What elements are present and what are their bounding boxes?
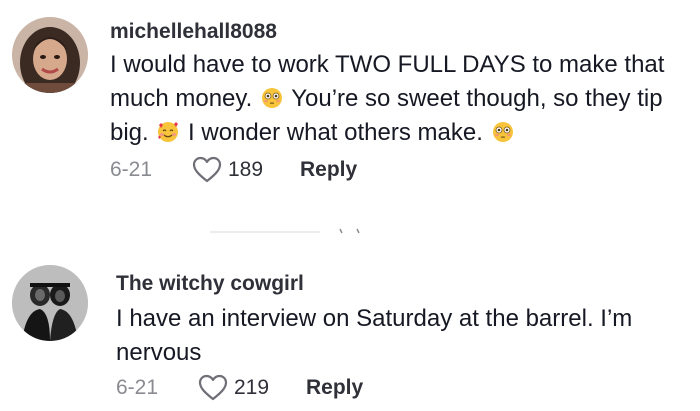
comment-text-line: I would have to work TWO FULL DAYS to ma… [110,51,665,78]
flushed-face-emoji-icon [492,122,513,142]
reply-button[interactable]: Reply [300,158,357,182]
flushed-face-emoji-icon [261,88,282,108]
comment-date: 6-21 [110,158,153,181]
like-button[interactable] [198,374,228,402]
comment-date: 6-21 [116,376,159,399]
comment-text-segment: I wonder what others make. [188,119,483,146]
comment-text-segment: big. [110,119,149,146]
heart-outline-icon [198,374,228,401]
comment-text-line: much money. You’re so sweet though, so t… [110,82,695,116]
heart-outline-icon [192,156,222,183]
comment-username[interactable]: michellehall8088 [110,20,277,44]
comment-text-line: nervous [116,339,202,366]
comment-text: I would have to work TWO FULL DAYS to ma… [110,48,695,150]
smiling-face-with-hearts-emoji-icon [158,122,179,142]
divider [210,228,360,234]
like-count: 189 [228,158,264,181]
comment-text-segment: much money. [110,85,253,112]
avatar[interactable] [12,17,88,93]
like-count: 219 [234,376,270,399]
like-button[interactable] [192,156,222,184]
comment-text-segment: You’re so sweet though, so they tip [291,85,663,112]
comment-text: I have an interview on Saturday at the b… [116,302,691,370]
avatar[interactable] [12,265,88,341]
comment-username[interactable]: The witchy cowgirl [116,272,304,296]
comment-text-line: big. I wonder what others make. [110,116,695,150]
comment-text-line: I have an interview on Saturday at the b… [116,305,633,332]
reply-button[interactable]: Reply [306,376,363,400]
